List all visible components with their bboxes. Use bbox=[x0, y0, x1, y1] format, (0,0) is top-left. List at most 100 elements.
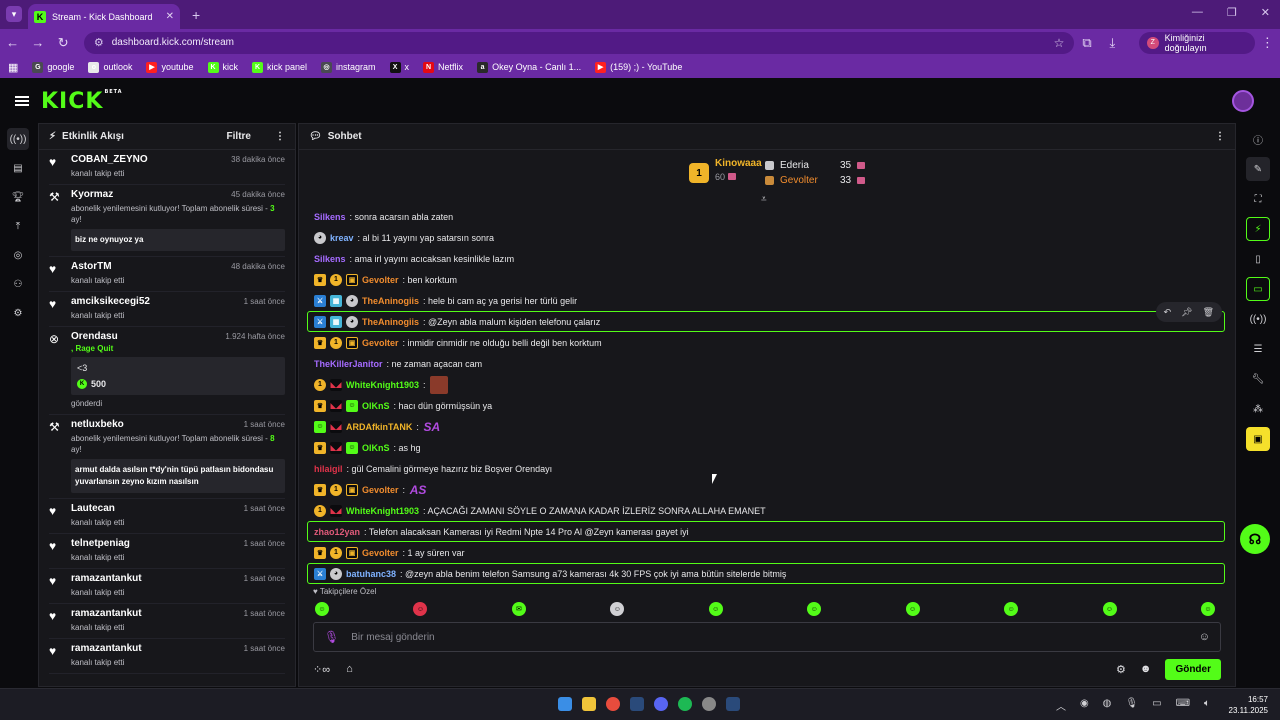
emote-icon[interactable]: ☺ bbox=[413, 602, 428, 616]
users-nav-icon[interactable]: ⚇ bbox=[7, 273, 29, 295]
chat-message[interactable]: ♛ ◣◢ ☺ OlKnS: as hg bbox=[307, 437, 1225, 458]
emote-icon[interactable]: ☺ bbox=[905, 602, 920, 616]
leader-name[interactable]: Kinowaaa bbox=[715, 158, 762, 169]
chat-message[interactable]: ⚔ ▦ ◕ TheAninogiis: @Zeyn abla malum kişide… bbox=[307, 302, 1225, 332]
filter-button[interactable]: Filtre bbox=[227, 131, 251, 142]
chat-input[interactable]: 🎙︎ Bir mesaj gönderin ☺ bbox=[313, 622, 1221, 652]
document-icon[interactable]: ▯ bbox=[1246, 247, 1270, 271]
chat-username[interactable]: batuhanc38 bbox=[346, 569, 396, 579]
edit-icon[interactable]: ✎ bbox=[1246, 157, 1270, 181]
browser-menu-icon[interactable]: ⋮ bbox=[1255, 35, 1280, 51]
layers-icon[interactable]: ☰ bbox=[1246, 337, 1270, 361]
emote-icon[interactable]: ☺ bbox=[315, 602, 329, 616]
bookmark-item[interactable]: Kkick panel bbox=[252, 61, 307, 73]
kick-logo[interactable]: KICKBETA bbox=[41, 89, 123, 114]
emote-icon[interactable]: ☺ bbox=[807, 602, 822, 616]
windows-start-icon[interactable] bbox=[558, 697, 572, 711]
emote-icon[interactable]: ☺ bbox=[708, 602, 723, 616]
steam-icon[interactable] bbox=[630, 697, 644, 711]
bookmark-star-icon[interactable]: ☆ bbox=[1054, 36, 1065, 50]
chat-username[interactable]: Silkens bbox=[314, 212, 346, 222]
address-bar[interactable]: ⚙ dashboard.kick.com/stream ☆ bbox=[83, 31, 1075, 54]
emote-icon[interactable]: ☺ bbox=[1004, 602, 1019, 616]
leader-name[interactable]: Ederia bbox=[780, 160, 834, 171]
verify-identity-button[interactable]: Z Kimliğinizi doğrulayın bbox=[1138, 31, 1255, 54]
support-headset-icon[interactable]: ☊ bbox=[1240, 524, 1270, 554]
chat-message[interactable]: ♛ 1 ▣ Gevolter: AS bbox=[307, 479, 1225, 500]
forward-icon[interactable]: → bbox=[25, 35, 50, 50]
bookmark-item[interactable]: Ggoogle bbox=[32, 61, 74, 73]
activity-user[interactable]: telnetpeniag bbox=[71, 538, 130, 549]
tray-network-icon[interactable]: ⌨ bbox=[1176, 698, 1190, 713]
bookmark-item[interactable]: a Okey Oyna - Canlı 1... bbox=[477, 61, 581, 73]
bookmark-item[interactable]: o outlook bbox=[88, 61, 132, 73]
collapse-icon[interactable]: ⩡ bbox=[761, 194, 767, 205]
bookmark-item[interactable]: N Netflix bbox=[423, 61, 463, 73]
emote-icon[interactable]: ✉ bbox=[511, 602, 526, 616]
chat-username[interactable]: ARDAfkinTANK bbox=[346, 422, 412, 432]
chat-message[interactable]: ☺ ◣◢ ARDAfkinTANK: SA bbox=[307, 416, 1225, 437]
activity-user[interactable]: netluxbeko bbox=[71, 419, 124, 430]
upload-nav-icon[interactable]: ⤒ bbox=[7, 215, 29, 237]
maximize-icon[interactable]: ❐ bbox=[1227, 6, 1237, 19]
chrome-icon[interactable] bbox=[606, 697, 620, 711]
tray-chevron-icon[interactable]: ︿ bbox=[1056, 698, 1066, 713]
activity-user[interactable]: ramazantankut bbox=[71, 643, 142, 654]
download-icon[interactable]: ⤓ bbox=[1100, 35, 1125, 51]
lightning-icon[interactable]: ⚡︎ bbox=[1246, 217, 1270, 241]
chat-message[interactable]: ♛ ◣◢ ☺ OlKnS: hacı dün görmüşsün ya bbox=[307, 395, 1225, 416]
bookmark-item[interactable]: ▶ (159) ;) - YouTube bbox=[595, 61, 682, 73]
bookmark-item[interactable]: Kkick bbox=[207, 61, 238, 73]
points-icon[interactable]: ⁘∞ bbox=[313, 663, 330, 676]
emote-icon[interactable]: ☺ bbox=[1102, 602, 1117, 616]
chat-message[interactable]: ♛ 1 ▣ Gevolter: 1 ay süren var bbox=[307, 542, 1225, 563]
chat-message[interactable]: 1 ◣◢ WhiteKnight1903: bbox=[307, 374, 1225, 395]
emote-icon[interactable]: ☺ bbox=[610, 602, 625, 616]
microphone-icon[interactable]: 🎙︎ bbox=[324, 630, 339, 644]
chat-username[interactable]: kreav bbox=[330, 233, 354, 243]
emote-picker-icon[interactable]: ☻ bbox=[1140, 663, 1152, 675]
chat-username[interactable]: TheKillerJanitor bbox=[314, 359, 383, 369]
spotify-icon[interactable] bbox=[678, 697, 692, 711]
tray-volume-icon[interactable]: 🔈︎ bbox=[1204, 698, 1210, 713]
apps-grid-icon[interactable]: ▦ bbox=[8, 61, 18, 74]
reload-icon[interactable]: ↻ bbox=[51, 35, 76, 51]
chat-message[interactable]: zhao12yan: Telefon alacaksan Kamerası iy… bbox=[307, 521, 1225, 542]
chat-username[interactable]: hilaigil bbox=[314, 464, 343, 474]
new-tab-icon[interactable]: + bbox=[192, 7, 200, 23]
discord-icon[interactable] bbox=[654, 697, 668, 711]
chat-username[interactable]: Silkens bbox=[314, 254, 346, 264]
chat-username[interactable]: OlKnS bbox=[362, 401, 390, 411]
activity-user[interactable]: Orendasu bbox=[71, 331, 118, 342]
hamburger-menu-icon[interactable] bbox=[15, 96, 29, 106]
chat-message[interactable]: hilaigil: gül Cemalini görmeye hazırız b… bbox=[307, 458, 1225, 479]
chat-username[interactable]: Gevolter bbox=[362, 548, 399, 558]
bookmark-item[interactable]: ◎ instagram bbox=[321, 61, 376, 73]
settings-nav-icon[interactable]: ⚙ bbox=[7, 302, 29, 324]
user-avatar[interactable] bbox=[1232, 90, 1254, 112]
close-window-icon[interactable]: ✕ bbox=[1261, 6, 1270, 19]
leader-name[interactable]: Gevolter bbox=[780, 175, 834, 186]
chat-username[interactable]: WhiteKnight1903 bbox=[346, 380, 419, 390]
bookmark-item[interactable]: Xx bbox=[389, 61, 409, 73]
chat-username[interactable]: Gevolter bbox=[362, 275, 399, 285]
chat-message[interactable]: Silkens: ama irl yayını acıcaksan kesinl… bbox=[307, 248, 1225, 269]
broadcast-icon[interactable]: ((•)) bbox=[1246, 307, 1270, 331]
nodes-icon[interactable]: ⁂ bbox=[1246, 397, 1270, 421]
more-options-icon[interactable]: ⋮ bbox=[275, 131, 285, 142]
dashboard-nav-icon[interactable]: ▤ bbox=[7, 157, 29, 179]
chat-message[interactable]: ⚔ ▦ ◕ TheAninogiis: hele bi cam aç ya geris… bbox=[307, 290, 1225, 311]
back-icon[interactable]: ← bbox=[0, 35, 25, 50]
bookmark-item[interactable]: ▶ youtube bbox=[146, 61, 194, 73]
delete-icon[interactable]: 🗑︎ bbox=[1203, 307, 1214, 318]
chat-message[interactable]: ⚔ ◕ batuhanc38: @zeyn abla benim telefon S… bbox=[307, 563, 1225, 584]
chat-message[interactable]: TheKillerJanitor: ne zaman açacan cam bbox=[307, 353, 1225, 374]
activity-user[interactable]: Kyormaz bbox=[71, 189, 113, 200]
activity-user[interactable]: COBAN_ZEYNO bbox=[71, 154, 148, 165]
chat-icon[interactable]: ▭ bbox=[1246, 277, 1270, 301]
chat-message[interactable]: ♛ 1 ▣ Gevolter: ben korktum bbox=[307, 269, 1225, 290]
chat-username[interactable]: OlKnS bbox=[362, 443, 390, 453]
chat-message[interactable]: 1 ◣◢ WhiteKnight1903: AÇACAĞI ZAMANI SÖYLE… bbox=[307, 500, 1225, 521]
clapper-icon[interactable]: ▣ bbox=[1246, 427, 1270, 451]
minimize-icon[interactable]: — bbox=[1192, 6, 1203, 19]
